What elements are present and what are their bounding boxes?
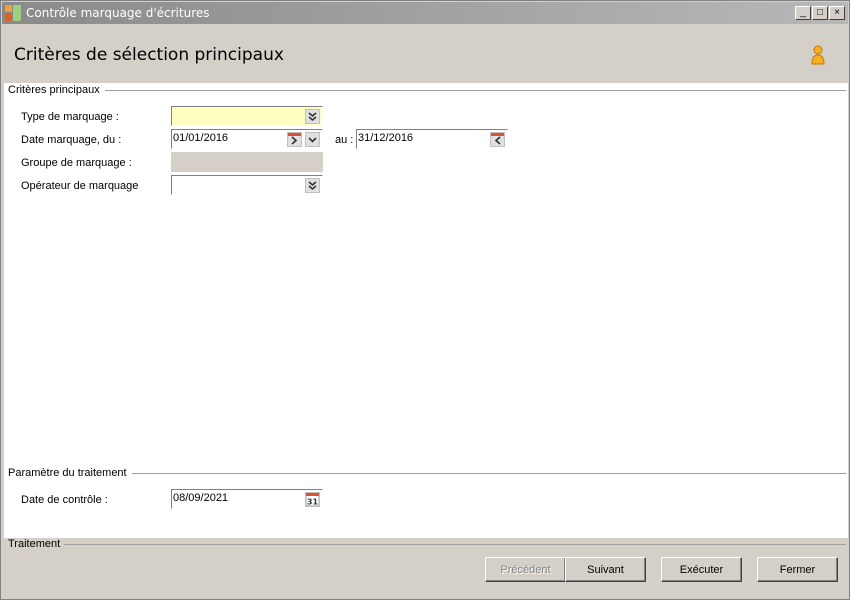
date-controle-label: Date de contrôle : [21, 494, 108, 506]
chevron-down-icon[interactable] [305, 132, 320, 147]
date-marquage-label: Date marquage, du : [21, 134, 122, 146]
section-divider [99, 90, 846, 91]
traitement-footer: Traitement Précédent Suivant Exécuter Fe… [4, 538, 848, 599]
type-marquage-dropdown[interactable] [171, 106, 323, 126]
precedent-button[interactable]: Précédent [485, 557, 566, 582]
calendar-next-icon[interactable] [287, 132, 302, 147]
type-marquage-label: Type de marquage : [21, 111, 119, 123]
minimize-button[interactable]: _ [795, 6, 811, 20]
suivant-button[interactable]: Suivant [565, 557, 646, 582]
user-icon[interactable] [810, 45, 826, 65]
section-label-criteria: Critères principaux [8, 84, 105, 96]
section-divider [126, 473, 846, 474]
executer-button[interactable]: Exécuter [661, 557, 742, 582]
double-chevron-down-icon[interactable] [305, 178, 320, 193]
app-icon [5, 5, 21, 21]
section-label-parametres: Paramètre du traitement [8, 467, 132, 479]
date-from-field[interactable]: 01/01/2016 [171, 129, 323, 149]
window-title: Contrôle marquage d'écritures [26, 6, 210, 20]
fermer-button[interactable]: Fermer [757, 557, 838, 582]
title-bar[interactable]: Contrôle marquage d'écritures _ □ × [2, 2, 848, 24]
window: Contrôle marquage d'écritures _ □ × Crit… [0, 0, 850, 600]
maximize-button[interactable]: □ [812, 6, 828, 20]
section-label-traitement: Traitement [8, 538, 61, 550]
page-title: Critères de sélection principaux [14, 45, 284, 65]
operateur-marquage-label: Opérateur de marquage [21, 180, 139, 192]
section-divider [64, 544, 846, 545]
double-chevron-down-icon[interactable] [305, 109, 320, 124]
date-to-label: au : [335, 134, 354, 146]
date-to-field[interactable]: 31/12/2016 [356, 129, 508, 149]
svg-text:31: 31 [307, 498, 319, 507]
close-button[interactable]: × [829, 6, 845, 20]
groupe-marquage-field [171, 152, 323, 172]
groupe-marquage-label: Groupe de marquage : [21, 157, 132, 169]
date-controle-field[interactable]: 08/09/2021 31 [171, 489, 323, 509]
criteria-panel: Critères principaux Type de marquage : D… [4, 83, 848, 538]
operateur-marquage-dropdown[interactable] [171, 175, 323, 195]
calendar-prev-icon[interactable] [490, 132, 505, 147]
page-header: Critères de sélection principaux [4, 25, 848, 83]
calendar-icon[interactable]: 31 [305, 492, 320, 507]
